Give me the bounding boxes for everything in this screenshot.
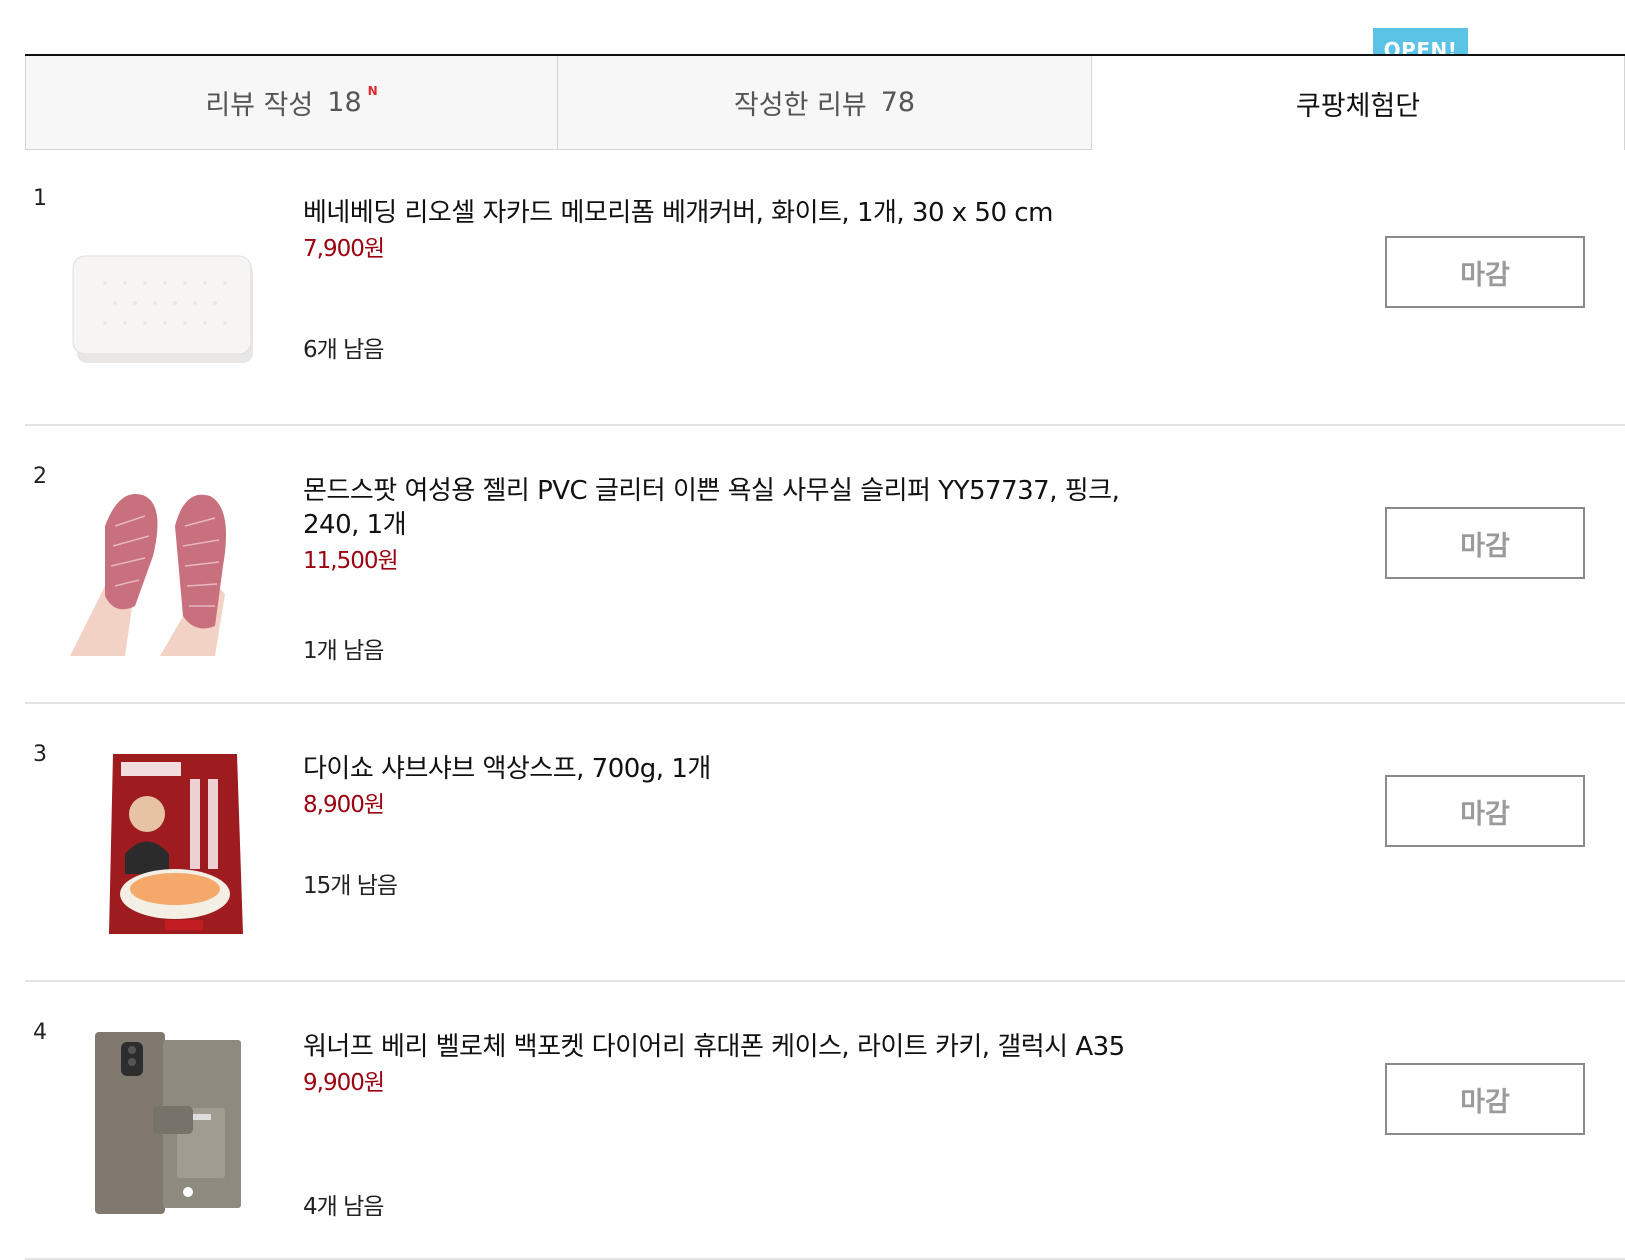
closed-button[interactable]: 마감 (1385, 236, 1585, 308)
closed-button[interactable]: 마감 (1385, 775, 1585, 847)
pillow-image[interactable] (65, 188, 265, 388)
item-price: 7,900원 (303, 236, 385, 262)
list-item: 3 다이쇼 샤브샤브 액상스프, 700g, 1개 8,900원 15개 남음 … (25, 704, 1625, 982)
closed-button[interactable]: 마감 (1385, 1063, 1585, 1135)
soup-package-image[interactable] (65, 744, 265, 944)
new-badge: N (367, 83, 378, 98)
closed-button[interactable]: 마감 (1385, 507, 1585, 579)
tab-coupang-reviewer[interactable]: 쿠팡체험단 (1092, 56, 1625, 150)
slipper-image[interactable] (65, 466, 265, 666)
item-number: 2 (33, 464, 47, 489)
item-remaining: 15개 남음 (303, 873, 398, 899)
tab-written-reviews-label: 작성한 리뷰 (733, 90, 867, 121)
item-price: 8,900원 (303, 792, 385, 818)
item-title[interactable]: 몬드스팟 여성용 젤리 PVC 글리터 이쁜 욕실 사무실 슬리퍼 YY5773… (303, 474, 1163, 542)
item-remaining: 1개 남음 (303, 638, 384, 664)
tab-written-reviews-count: 78 (880, 87, 916, 118)
item-title-block[interactable]: 워너프 베리 벨로체 백포켓 다이어리 휴대폰 케이스, 라이트 카키, 갤럭시… (303, 1030, 1163, 1100)
tab-written-reviews[interactable]: 작성한 리뷰 78 (558, 56, 1092, 150)
list-item: 2 몬드스팟 여성용 젤리 PVC 글리터 이쁜 욕실 사무실 슬리퍼 YY57… (25, 426, 1625, 704)
item-title[interactable]: 워너프 베리 벨로체 백포켓 다이어리 휴대폰 케이스, 라이트 카키, 갤럭시… (303, 1030, 1163, 1064)
item-price: 11,500원 (303, 548, 399, 574)
item-title-block[interactable]: 베네베딩 리오셀 자카드 메모리폼 베개커버, 화이트, 1개, 30 x 50… (303, 196, 1163, 266)
item-remaining: 6개 남음 (303, 337, 384, 363)
item-number: 3 (33, 742, 47, 767)
list-item: 1 베네베딩 리오셀 자카드 메모리폼 베개커버, 화이트, 1개, 30 x … (25, 148, 1625, 426)
item-remaining: 4개 남음 (303, 1194, 384, 1220)
item-number: 1 (33, 186, 47, 211)
tab-write-review[interactable]: 리뷰 작성 18 N (25, 56, 558, 150)
list-item: 4 워너프 베리 벨로체 백포켓 다이어리 휴대폰 케이스, 라이트 카키, 갤… (25, 982, 1625, 1260)
phone-case-image[interactable] (65, 1022, 265, 1222)
review-tabs: 리뷰 작성 18 N 작성한 리뷰 78 쿠팡체험단 (25, 54, 1625, 150)
item-title[interactable]: 베네베딩 리오셀 자카드 메모리폼 베개커버, 화이트, 1개, 30 x 50… (303, 196, 1163, 230)
item-number: 4 (33, 1020, 47, 1045)
tab-coupang-reviewer-label: 쿠팡체험단 (1295, 90, 1421, 122)
item-title-block[interactable]: 다이쇼 샤브샤브 액상스프, 700g, 1개 8,900원 (303, 752, 1163, 822)
item-title[interactable]: 다이쇼 샤브샤브 액상스프, 700g, 1개 (303, 752, 1163, 786)
item-price: 9,900원 (303, 1070, 385, 1096)
tab-write-review-label: 리뷰 작성 (205, 90, 314, 121)
item-title-block[interactable]: 몬드스팟 여성용 젤리 PVC 글리터 이쁜 욕실 사무실 슬리퍼 YY5773… (303, 474, 1163, 578)
tab-write-review-count: 18 (327, 87, 362, 118)
